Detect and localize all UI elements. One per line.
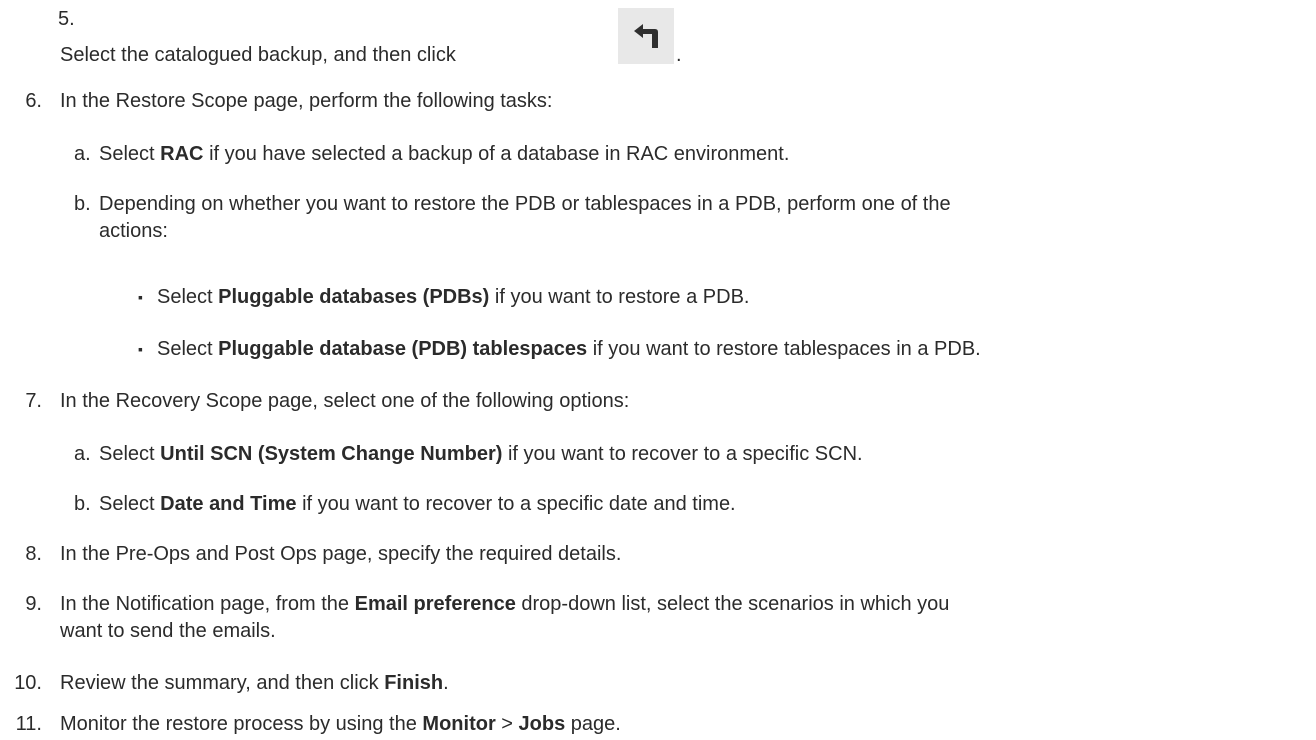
step-text: In the Notification page, from the Email…	[60, 591, 1308, 645]
step-number: 6.	[25, 90, 42, 112]
text-bold: Jobs	[518, 713, 566, 735]
step-5-text: Select the catalogued backup, and then c…	[60, 44, 456, 66]
step-number: 8.	[25, 543, 42, 565]
step-number: 7.	[25, 390, 42, 412]
text-bold: Pluggable database (PDB) tablespaces	[218, 338, 588, 360]
step-number: 9.	[25, 593, 42, 615]
step-text: Review the summary, and then click Finis…	[60, 670, 1308, 697]
text-separator: >	[501, 713, 513, 735]
text-line-1: In the Notification page, from the Email…	[60, 591, 1308, 618]
restore-button[interactable]	[618, 8, 674, 64]
substep-letter: a.	[74, 443, 91, 465]
substep-text: Select RAC if you have selected a backup…	[99, 141, 1308, 168]
text-line-2: actions:	[99, 220, 168, 242]
text-post: if you want to recover to a specific dat…	[302, 493, 736, 515]
text-pre: Monitor the restore process by using the	[60, 713, 417, 735]
step-number: 11.	[15, 713, 42, 735]
text-line-1: Depending on whether you want to restore…	[99, 193, 951, 215]
text-post: page.	[570, 713, 621, 735]
step-number: 5.	[58, 8, 75, 30]
step-text: Monitor the restore process by using the…	[60, 711, 1308, 738]
substep-letter: b.	[74, 493, 91, 515]
text-pre: Select	[157, 338, 213, 360]
text-post: if you want to recover to a specific SCN…	[507, 443, 863, 465]
restore-icon	[634, 24, 658, 48]
step-number: 10.	[14, 672, 42, 694]
text-pre: Select	[99, 493, 155, 515]
text-pre: Select	[99, 143, 155, 165]
text-pre: Review the summary, and then click	[60, 672, 379, 694]
period-text: .	[676, 44, 682, 66]
text-bold: Until SCN (System Change Number)	[160, 443, 503, 465]
text-post: drop-down list, select the scenarios in …	[521, 593, 950, 615]
text-post: .	[443, 672, 449, 694]
text-bold: Finish	[384, 672, 444, 694]
text-post: if you have selected a backup of a datab…	[209, 143, 790, 165]
text-post: if you want to restore a PDB.	[494, 286, 750, 308]
step-text: In the Restore Scope page, perform the f…	[60, 90, 553, 112]
text-post: if you want to restore tablespaces in a …	[592, 338, 981, 360]
text-pre: Select	[99, 443, 155, 465]
substep-text: Select Date and Time if you want to reco…	[99, 491, 1308, 518]
bullet-icon: ▪	[138, 341, 143, 357]
text-line-2: want to send the emails.	[60, 620, 276, 642]
text-bold: RAC	[160, 143, 204, 165]
substep-letter: b.	[74, 193, 91, 215]
substep-text: Select Until SCN (System Change Number) …	[99, 441, 1308, 468]
bullet-icon: ▪	[138, 289, 143, 305]
step-text: Select the catalogued backup, and then c…	[60, 42, 1308, 69]
text-bold: Email preference	[354, 593, 516, 615]
substep-text: Depending on whether you want to restore…	[99, 191, 1308, 245]
substep-letter: a.	[74, 143, 91, 165]
step-text: In the Recovery Scope page, select one o…	[60, 390, 630, 412]
text-bold: Pluggable databases (PDBs)	[218, 286, 490, 308]
bullet-text: Select Pluggable databases (PDBs) if you…	[157, 284, 1314, 311]
text-bold: Monitor	[422, 713, 496, 735]
text-bold: Date and Time	[160, 493, 297, 515]
step-text: In the Pre-Ops and Post Ops page, specif…	[60, 543, 622, 565]
text-pre: Select	[157, 286, 213, 308]
text-pre: In the Notification page, from the	[60, 593, 350, 615]
bullet-text: Select Pluggable database (PDB) tablespa…	[157, 336, 1314, 363]
